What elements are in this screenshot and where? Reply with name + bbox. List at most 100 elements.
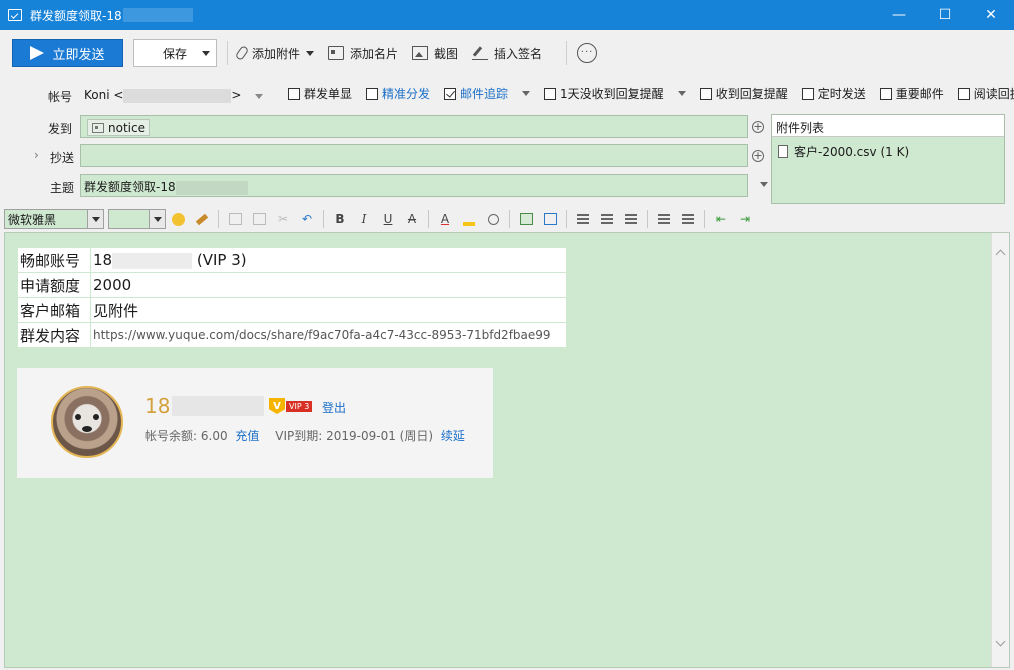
vertical-scrollbar[interactable]	[991, 233, 1009, 667]
redacted-text	[122, 8, 193, 22]
font-family-select[interactable]: 微软雅黑	[4, 209, 104, 229]
strikethrough-button[interactable]: A	[402, 209, 422, 229]
chevron-down-icon[interactable]	[677, 91, 686, 96]
font-size-select[interactable]	[108, 209, 166, 229]
insert-table-icon[interactable]	[540, 209, 560, 229]
subject-value: 群发额度领取-18	[84, 180, 176, 194]
expiry-value: 2019-09-01 (周日)	[326, 429, 434, 443]
attachment-file[interactable]: 客户-2000.csv (1 K)	[772, 137, 1004, 166]
account-value: Koni <	[84, 88, 124, 102]
more-options-icon[interactable]: ···	[577, 43, 598, 63]
add-attachment-button[interactable]: 添加附件	[234, 44, 315, 62]
option-group-send-separately[interactable]: 群发单显	[288, 85, 352, 102]
bulleted-list-icon[interactable]	[678, 209, 698, 229]
checkbox[interactable]	[366, 87, 379, 100]
checkbox[interactable]	[544, 87, 557, 100]
balance-label: 帐号余额:	[145, 429, 198, 443]
increase-indent-icon[interactable]: ⇥	[735, 209, 755, 229]
cc-field[interactable]	[80, 144, 748, 167]
screenshot-button[interactable]: 截图	[412, 45, 458, 62]
table-row: 申请额度 2000	[17, 272, 567, 298]
option-precise-dispatch[interactable]: 精准分发	[366, 85, 430, 102]
option-no-reply-reminder[interactable]: 1天没收到回复提醒	[544, 85, 686, 102]
redacted-text	[123, 88, 232, 103]
copy-icon[interactable]	[249, 209, 269, 229]
font-family-value: 微软雅黑	[8, 212, 57, 227]
maximize-button[interactable]: ☐	[922, 0, 968, 30]
checkbox[interactable]	[957, 87, 970, 100]
insert-signature-button[interactable]: 插入签名	[472, 45, 542, 62]
option-reply-reminder[interactable]: 收到回复提醒	[699, 85, 788, 102]
save-label: 保存	[162, 46, 187, 61]
attachment-file-name: 客户-2000.csv (1 K)	[794, 145, 910, 159]
table-cell-key: 客户邮箱	[17, 297, 91, 323]
recharge-link[interactable]: 充值	[235, 429, 259, 443]
align-right-icon[interactable]	[621, 209, 641, 229]
align-left-icon[interactable]	[573, 209, 593, 229]
option-important[interactable]: 重要邮件	[879, 85, 944, 102]
send-now-button[interactable]: 立即发送	[12, 39, 123, 67]
italic-button[interactable]: I	[354, 209, 374, 229]
bold-button[interactable]: B	[330, 209, 350, 229]
undo-icon[interactable]: ↶	[297, 209, 317, 229]
numbered-list-icon[interactable]	[654, 209, 674, 229]
table-cell-value: 2000	[90, 272, 567, 298]
subject-label: 主题	[49, 181, 74, 195]
minimize-button[interactable]: —	[876, 0, 922, 30]
scroll-up-icon[interactable]	[995, 249, 1006, 260]
chevron-down-icon[interactable]	[255, 94, 264, 99]
add-attachment-label: 添加附件	[252, 46, 301, 61]
chevron-down-icon[interactable]	[522, 91, 531, 96]
align-center-icon[interactable]	[597, 209, 617, 229]
scroll-down-icon[interactable]	[995, 636, 1006, 647]
format-divider	[509, 210, 510, 228]
underline-button[interactable]: U	[378, 209, 398, 229]
redacted-text	[172, 396, 265, 416]
subject-input[interactable]: 群发额度领取-18	[80, 174, 748, 197]
chevron-down-icon[interactable]	[306, 50, 315, 56]
chevron-down-icon[interactable]	[87, 210, 103, 228]
highlight-color-icon[interactable]	[459, 209, 479, 229]
send-now-label: 立即发送	[52, 47, 105, 63]
paste-icon[interactable]	[225, 209, 245, 229]
message-body[interactable]: 畅邮账号 18 (VIP 3) 申请额度 2000 客户邮箱 见附件 群发内容 …	[4, 232, 1010, 668]
account-card: 18 V VIP 3 登出 帐号余额: 6.00 充值 VIP到期: 2019-…	[17, 368, 493, 478]
recipient-chip[interactable]: notice	[87, 119, 150, 136]
checkbox[interactable]	[288, 87, 300, 100]
toolbar-divider	[566, 41, 568, 65]
checkbox[interactable]	[879, 87, 892, 100]
table-cell-value: 18 (VIP 3)	[90, 247, 567, 273]
emoji-icon[interactable]	[168, 209, 188, 229]
format-divider	[218, 210, 219, 228]
decrease-indent-icon[interactable]: ⇤	[711, 209, 731, 229]
format-divider	[647, 210, 648, 228]
option-scheduled-send[interactable]: 定时发送	[801, 85, 866, 102]
background-color-icon[interactable]	[483, 209, 503, 229]
add-card-button[interactable]: 添加名片	[328, 45, 398, 62]
font-color-button[interactable]: A	[435, 209, 455, 229]
card-username: 18	[145, 394, 265, 418]
checkbox-checked[interactable]	[444, 87, 457, 100]
username-prefix: 18	[145, 394, 171, 418]
table-cell-value[interactable]: https://www.yuque.com/docs/share/f9ac70f…	[90, 322, 567, 348]
insert-image-icon[interactable]	[516, 209, 536, 229]
save-button[interactable]: 保存	[133, 39, 217, 67]
cut-icon[interactable]: ✂	[273, 209, 293, 229]
chevron-down-icon[interactable]	[202, 51, 210, 56]
option-read-receipt[interactable]: 阅读回执	[957, 85, 1014, 102]
to-field[interactable]: notice	[80, 115, 748, 138]
renew-link[interactable]: 续延	[441, 429, 465, 443]
checkbox[interactable]	[699, 87, 712, 100]
add-cc-icon[interactable]: +	[752, 150, 764, 162]
add-recipient-icon[interactable]: +	[752, 121, 764, 133]
window-title: 群发额度领取-18	[30, 8, 122, 23]
format-painter-icon[interactable]	[192, 209, 212, 229]
chevron-down-icon[interactable]	[149, 210, 165, 228]
close-button[interactable]: ✕	[968, 0, 1014, 30]
option-label: 定时发送	[817, 87, 866, 101]
checkbox[interactable]	[801, 87, 814, 100]
account-selector[interactable]: Koni < >	[84, 88, 264, 103]
chevron-down-icon[interactable]	[760, 182, 768, 187]
logout-link[interactable]: 登出	[322, 399, 346, 416]
option-mail-tracking[interactable]: 邮件追踪	[444, 85, 531, 102]
